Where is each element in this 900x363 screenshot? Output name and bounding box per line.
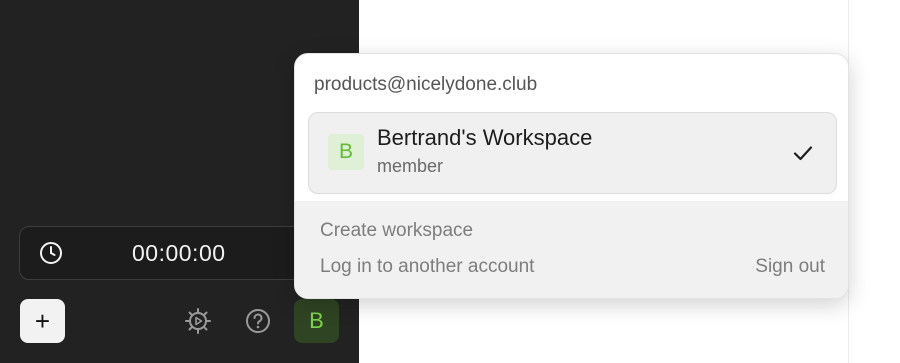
settings-button[interactable] <box>184 307 212 335</box>
plus-icon: + <box>34 306 51 336</box>
workspace-role: member <box>377 156 444 176</box>
add-button[interactable]: + <box>20 299 65 343</box>
account-menu-footer: Create workspace Log in to another accou… <box>295 201 848 298</box>
workspace-name: Bertrand's Workspace <box>377 125 593 150</box>
create-workspace-link[interactable]: Create workspace <box>320 220 473 242</box>
gear-icon <box>185 308 211 334</box>
login-another-account-link[interactable]: Log in to another account <box>320 256 534 278</box>
sign-out-link[interactable]: Sign out <box>755 256 825 278</box>
workspace-avatar: B <box>328 134 364 170</box>
help-icon <box>246 309 270 333</box>
timer-display[interactable]: 00:00:00 <box>19 226 319 280</box>
timer-value: 00:00:00 <box>132 240 226 266</box>
account-menu: products@nicelydone.club B Bertrand's Wo… <box>294 53 849 299</box>
account-avatar-button[interactable]: B <box>294 299 339 343</box>
workspace-item[interactable]: B Bertrand's Workspace member <box>308 112 837 194</box>
clock-icon <box>40 242 62 264</box>
avatar-initial: B <box>309 308 324 333</box>
account-email: products@nicelydone.club <box>314 74 538 95</box>
check-icon <box>793 146 813 161</box>
help-button[interactable] <box>244 307 272 335</box>
